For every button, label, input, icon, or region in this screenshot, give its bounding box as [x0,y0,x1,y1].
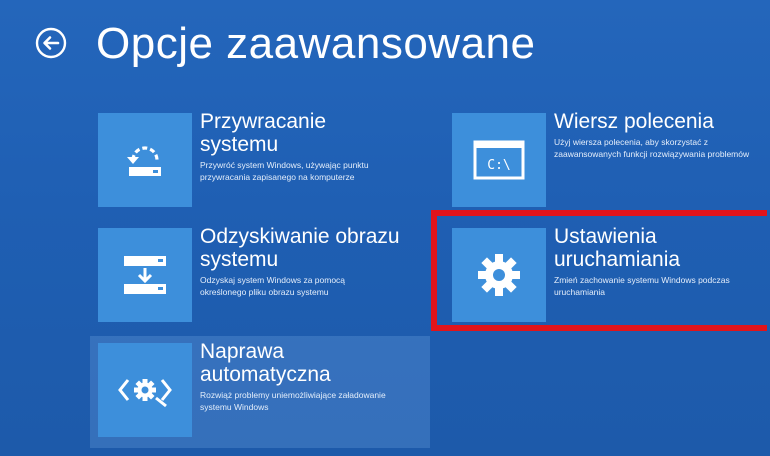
tile-startup-settings[interactable]: Ustawienia uruchamiania Zmień zachowanie… [452,225,770,332]
tile-title: Przywracanie systemu [200,110,327,156]
page-title: Opcje zaawansowane [96,19,536,68]
tile-system-image-recovery[interactable]: Odzyskiwanie obrazu systemu Odzyskaj sys… [98,225,418,332]
tile-description: Przywróć system Windows, używając punktu… [200,160,369,182]
system-restore-icon [98,113,192,207]
tile-title: Odzyskiwanie obrazu systemu [200,225,400,271]
tile-title: Wiersz polecenia [554,110,714,133]
command-prompt-icon-text: C:\ [487,158,510,173]
tile-description: Odzyskaj system Windows za pomocą określ… [200,275,346,297]
tile-text: Wiersz polecenia Użyj wiersza polecenia,… [554,110,769,160]
command-prompt-icon: C:\ [452,113,546,207]
tile-description: Użyj wiersza polecenia, aby skorzystać z… [554,137,750,159]
advanced-options-screen: Opcje zaawansowane Przywracanie systemu … [0,0,770,456]
tile-description: Rozwiąż problemy uniemożliwiające załado… [200,390,386,412]
tile-text: Ustawienia uruchamiania Zmień zachowanie… [554,225,769,298]
tile-text: Przywracanie systemu Przywróć system Win… [200,110,410,183]
tile-system-restore[interactable]: Przywracanie systemu Przywróć system Win… [98,110,418,217]
back-arrow-circle-icon [35,27,67,59]
tile-text: Naprawa automatyczna Rozwiąż problemy un… [200,340,415,413]
tile-startup-repair[interactable]: Naprawa automatyczna Rozwiąż problemy un… [98,340,418,447]
tile-title: Naprawa automatyczna [200,340,331,386]
gear-icon [452,228,546,322]
tile-text: Odzyskiwanie obrazu systemu Odzyskaj sys… [200,225,412,298]
startup-repair-icon [98,343,192,437]
tile-title: Ustawienia uruchamiania [554,225,681,271]
tile-command-prompt[interactable]: C:\ Wiersz polecenia Użyj wiersza polece… [452,110,770,217]
back-button[interactable] [34,26,68,60]
tile-description: Zmień zachowanie systemu Windows podczas… [554,275,730,297]
system-image-recovery-icon [98,228,192,322]
